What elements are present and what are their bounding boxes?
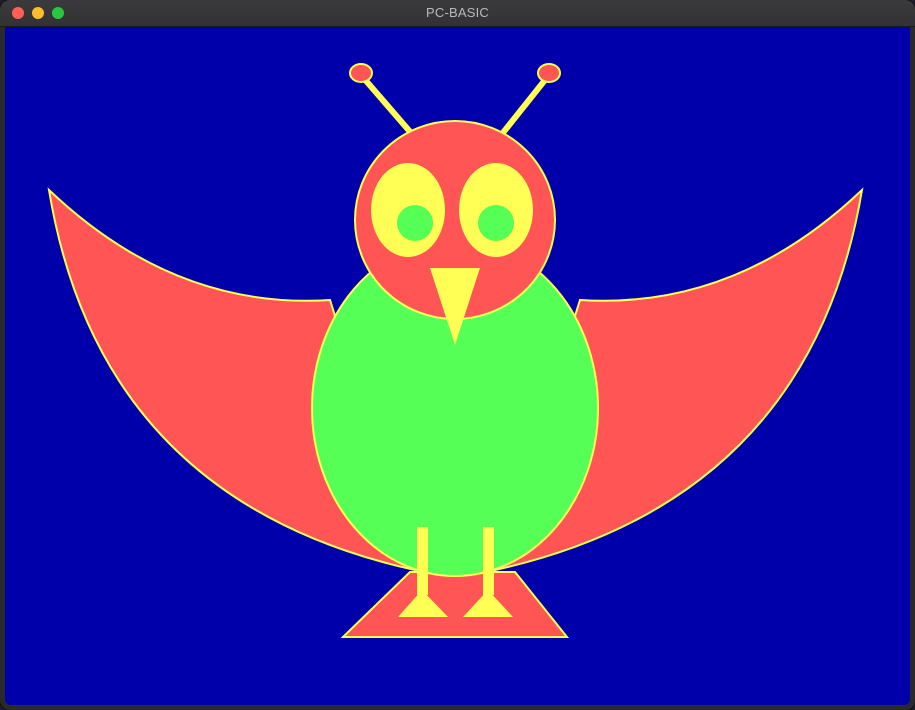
title-bar[interactable]: PC-BASIC (0, 0, 915, 27)
left-leg (417, 527, 428, 595)
right-leg (483, 527, 494, 595)
window-title: PC-BASIC (425, 5, 489, 20)
graphics-canvas (5, 27, 910, 705)
right-antenna-tip (537, 63, 561, 83)
left-pupil (397, 205, 433, 241)
pc-basic-window: PC-BASIC (0, 0, 915, 710)
left-antenna-tip (349, 63, 373, 83)
right-pupil (478, 205, 514, 241)
basic-graphics-screen[interactable] (5, 27, 910, 705)
